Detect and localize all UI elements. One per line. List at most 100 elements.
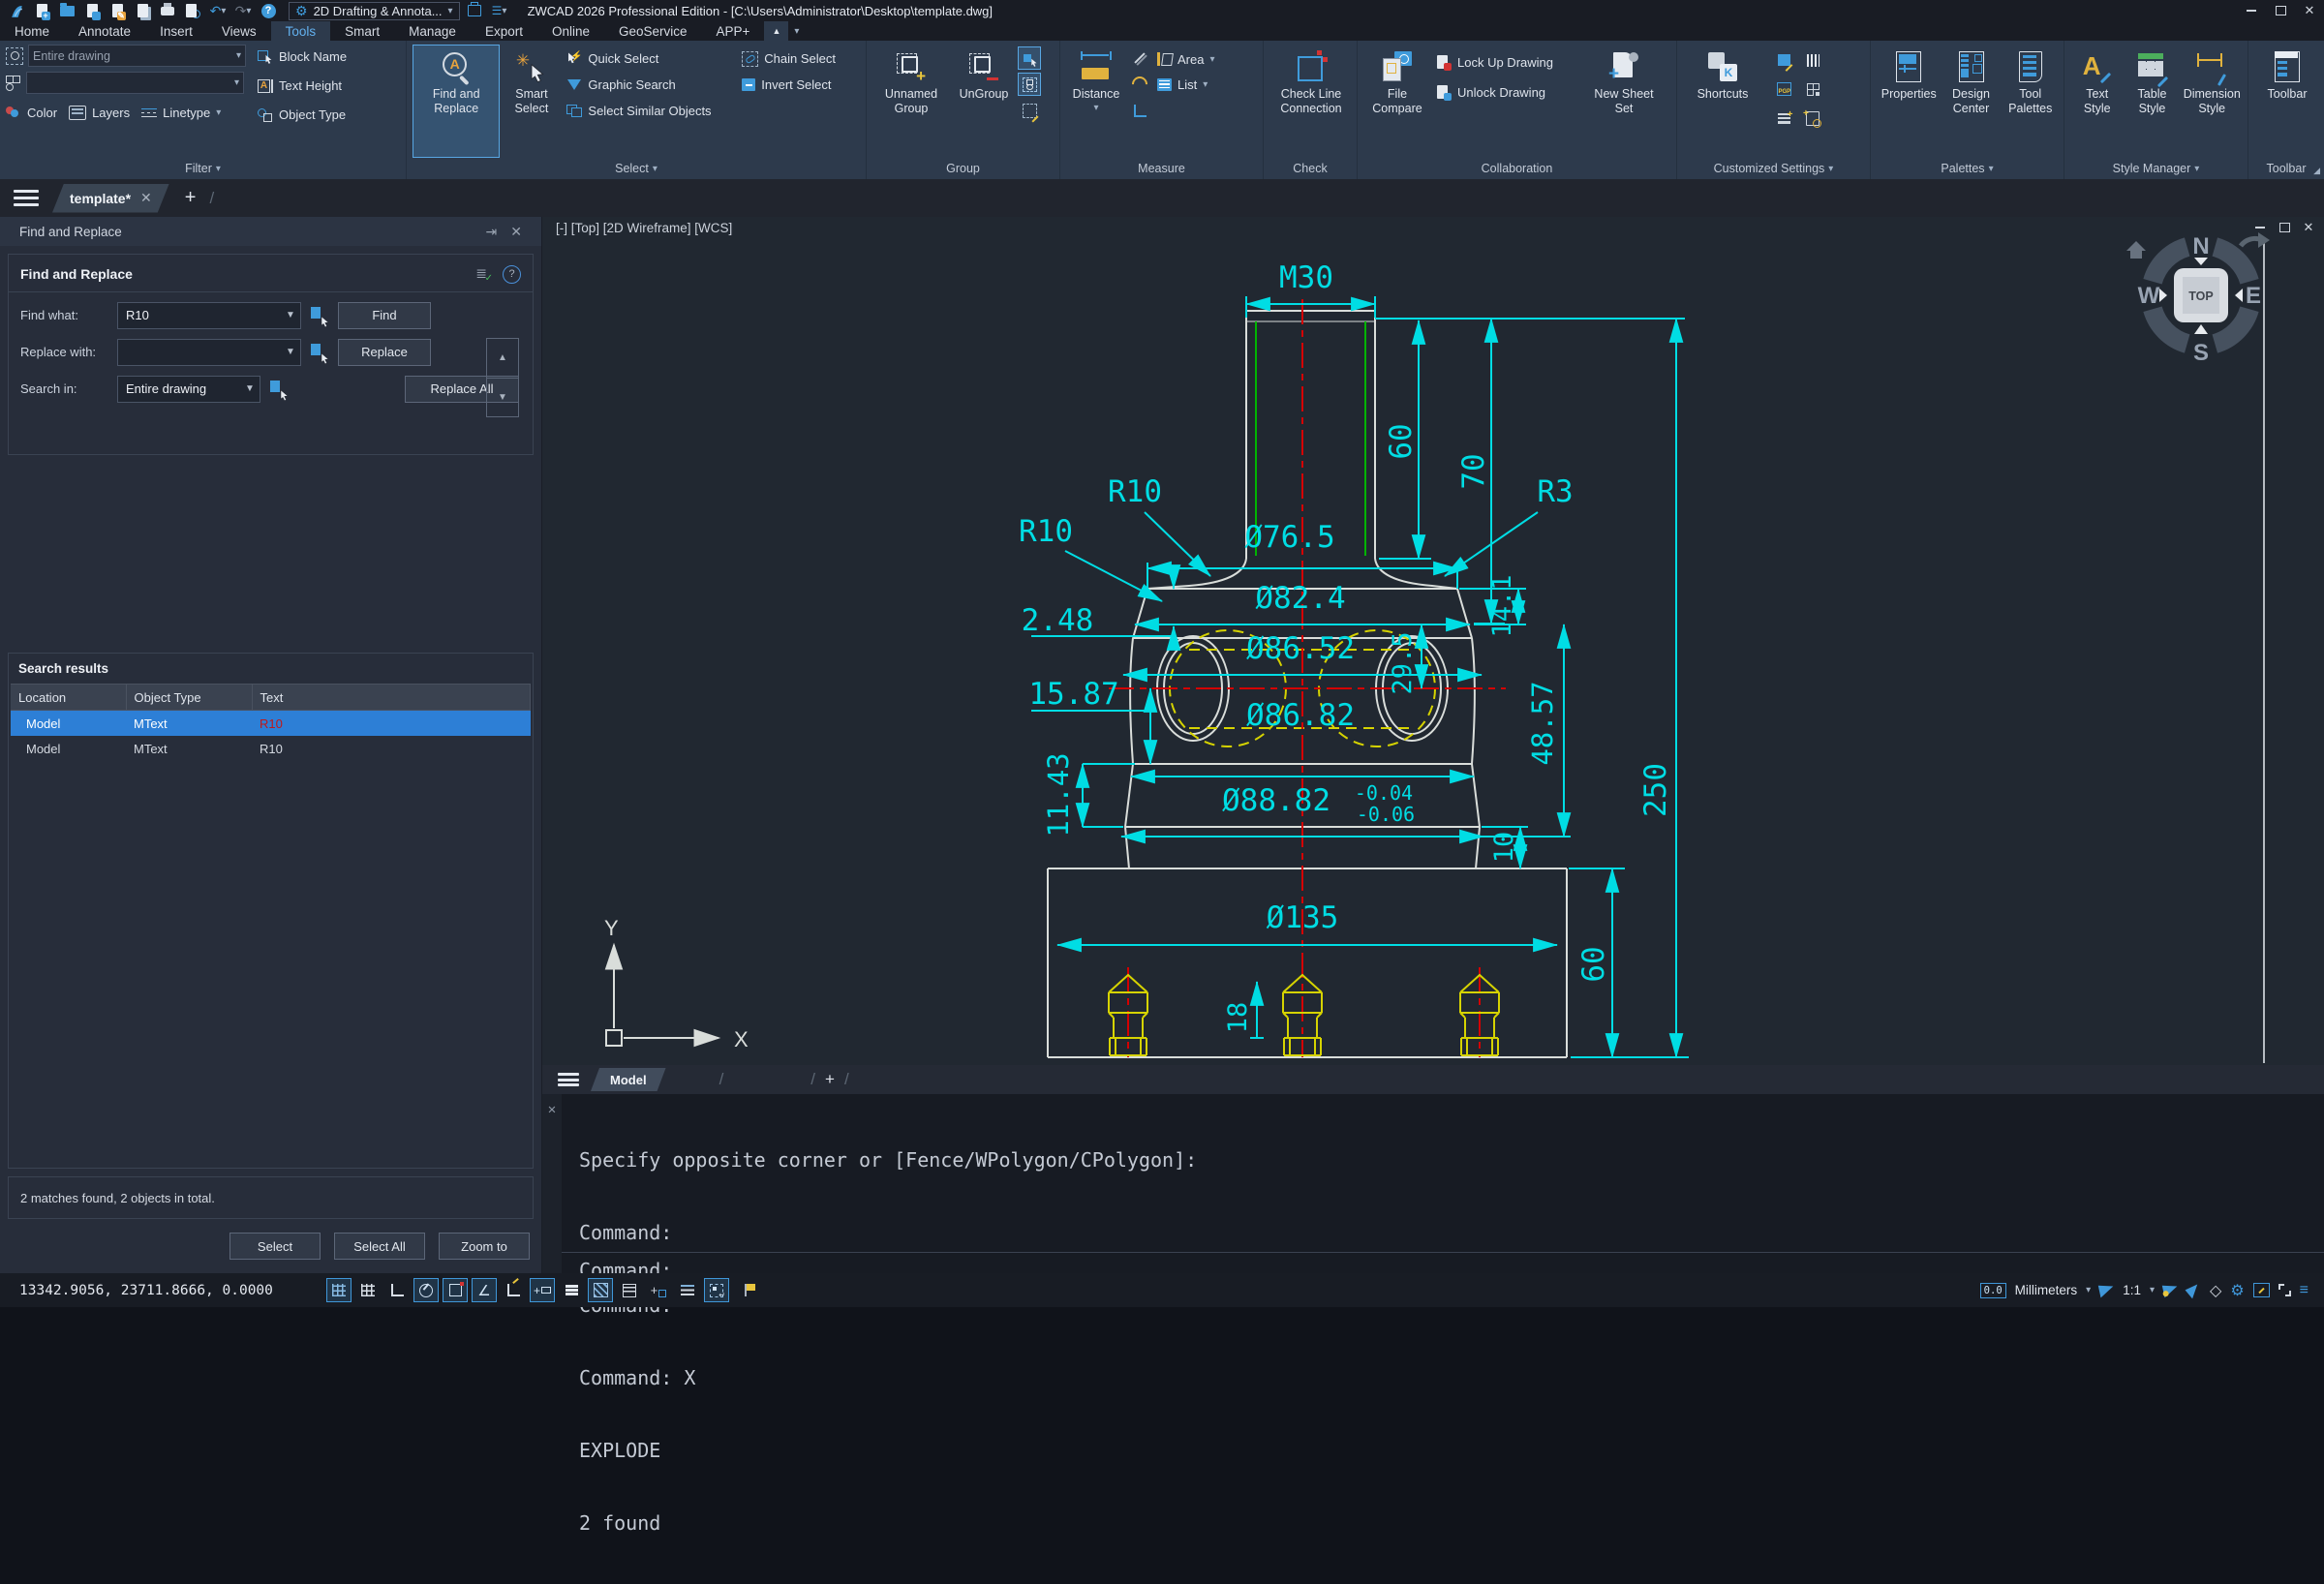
- frame-display-toggle[interactable]: ↵: [704, 1278, 729, 1302]
- dynamic-ucs-toggle[interactable]: [501, 1278, 526, 1302]
- view-cube-north[interactable]: N: [2192, 233, 2209, 259]
- unnamed-group-button[interactable]: + Unnamed Group: [872, 45, 950, 158]
- ungroup-button[interactable]: UnGroup: [952, 45, 1016, 158]
- column-header-location[interactable]: Location: [11, 685, 126, 711]
- text-style-button[interactable]: A Text Style: [2071, 45, 2124, 158]
- ortho-toggle[interactable]: [384, 1278, 410, 1302]
- dim-label-60-base[interactable]: 60: [1576, 946, 1611, 982]
- ribbon-item-layers[interactable]: Layers: [69, 101, 130, 125]
- dim-label-15-87[interactable]: 15.87: [1028, 677, 1118, 712]
- copy-button[interactable]: [132, 2, 153, 19]
- annotation-scale-value[interactable]: 1:1: [2123, 1283, 2141, 1297]
- column-header-text[interactable]: Text: [252, 685, 531, 711]
- column-header-object-type[interactable]: Object Type: [126, 685, 252, 711]
- tab-app-plus[interactable]: APP+: [702, 21, 765, 41]
- table-style-button[interactable]: Table Style: [2126, 45, 2179, 158]
- toolbox-icon[interactable]: [464, 2, 485, 19]
- dim-label-2-48[interactable]: 2.48: [1022, 603, 1094, 638]
- transparency-toggle[interactable]: [588, 1278, 613, 1302]
- alias-edit-icon[interactable]: +: [1772, 107, 1795, 130]
- layout-menu-icon[interactable]: [558, 1073, 579, 1086]
- home-icon[interactable]: [2126, 241, 2146, 251]
- close-button[interactable]: ✕: [2295, 0, 2324, 21]
- tab-insert[interactable]: Insert: [145, 21, 207, 41]
- properties-palette-button[interactable]: Properties: [1878, 45, 1940, 158]
- dynamic-input-toggle[interactable]: +: [530, 1278, 555, 1302]
- measure-quick-icon[interactable]: [1128, 46, 1151, 70]
- workspace-selector[interactable]: ⚙ 2D Drafting & Annota... ▾: [289, 2, 460, 20]
- chevron-down-icon[interactable]: ▼: [281, 303, 300, 328]
- auto-annotation-icon[interactable]: [2186, 1282, 2203, 1299]
- table-row[interactable]: Model MText R10: [11, 736, 531, 761]
- view-cube-west[interactable]: W: [2138, 283, 2160, 309]
- select-button[interactable]: Select: [229, 1233, 321, 1260]
- dim-label-14-1[interactable]: 14.1: [1487, 574, 1517, 637]
- dim-label-r3[interactable]: R3: [1537, 474, 1573, 509]
- precision-badge[interactable]: 0.0: [1980, 1283, 2006, 1298]
- ribbon-item-select-similar[interactable]: Select Similar Objects: [563, 99, 736, 123]
- ribbon-item-unlock-drawing[interactable]: Unlock Drawing: [1433, 80, 1583, 105]
- tool-palettes-button[interactable]: Tool Palettes: [2003, 45, 2059, 158]
- minimize-button[interactable]: [2237, 0, 2266, 21]
- dim-label-dia76-5[interactable]: Ø76.5: [1244, 520, 1334, 555]
- tab-close-icon[interactable]: ✕: [140, 190, 152, 206]
- replace-button[interactable]: Replace: [338, 339, 431, 366]
- save-as-button[interactable]: ✎: [107, 2, 128, 19]
- file-compare-button[interactable]: File Compare: [1363, 45, 1431, 158]
- viewport-close-icon[interactable]: ✕: [2301, 220, 2316, 235]
- ribbon-item-chain-select[interactable]: Chain Select: [738, 46, 862, 71]
- cube-arrow-east[interactable]: [2235, 289, 2243, 302]
- chevron-down-icon[interactable]: ▾: [2086, 1285, 2091, 1295]
- polar-tracking-toggle[interactable]: [413, 1278, 439, 1302]
- save-button[interactable]: [81, 2, 103, 19]
- toolbar-button[interactable]: Toolbar: [2254, 45, 2320, 158]
- annotation-visibility-icon[interactable]: [2162, 1283, 2179, 1298]
- auto-hide-icon[interactable]: ⇥: [486, 224, 498, 240]
- restore-button[interactable]: [2266, 0, 2295, 21]
- ribbon-item-graphic-search[interactable]: Graphic Search: [563, 73, 736, 97]
- cube-arrow-north[interactable]: [2194, 258, 2208, 265]
- quick-menu-icon[interactable]: ☰▾: [489, 2, 510, 19]
- ribbon-item-lock-up-drawing[interactable]: Lock Up Drawing: [1433, 50, 1583, 75]
- snap-toggle[interactable]: [355, 1278, 381, 1302]
- drawing-viewport[interactable]: M30 Ø76.5 Ø82.4 Ø86.52 Ø86.82 Ø88.82 -0.…: [542, 217, 2324, 1065]
- view-cube-face-label[interactable]: TOP: [2188, 289, 2213, 303]
- ribbon-item-object-type[interactable]: Object Type: [258, 103, 347, 127]
- ribbon-options-icon[interactable]: ▾: [788, 21, 805, 41]
- ribbon-item-quick-select[interactable]: ⚡ Quick Select: [563, 46, 736, 71]
- view-cube[interactable]: N E S W TOP: [2119, 225, 2283, 375]
- group-selectable-icon[interactable]: [1018, 46, 1041, 70]
- settings-gear-icon[interactable]: ⚙: [2230, 1281, 2244, 1300]
- hardware-acceleration-icon[interactable]: [2253, 1283, 2270, 1297]
- dimension-style-button[interactable]: Dimension Style: [2181, 45, 2243, 158]
- pick-in-drawing-icon[interactable]: [309, 343, 330, 362]
- panel-label-check[interactable]: Check: [1264, 158, 1357, 179]
- annotation-scale-lines-icon[interactable]: [675, 1278, 700, 1302]
- panel-label-filter[interactable]: Filter▾: [0, 158, 406, 179]
- command-close-icon[interactable]: ✕: [548, 1102, 556, 1117]
- shortcuts-button[interactable]: K Shortcuts: [1683, 45, 1762, 158]
- previous-result-icon[interactable]: ▲: [487, 339, 518, 378]
- dim-label-11-43[interactable]: 11.43: [1042, 752, 1075, 837]
- ribbon-item-list[interactable]: List ▾: [1153, 74, 1219, 95]
- dim-label-29-5[interactable]: 29.5: [1388, 631, 1418, 694]
- dim-label-70[interactable]: 70: [1456, 453, 1491, 489]
- next-result-icon[interactable]: ▼: [487, 378, 518, 417]
- panel-label-palettes[interactable]: Palettes▾: [1871, 158, 2064, 179]
- rotate-view-arrow[interactable]: [2258, 232, 2270, 248]
- dim-label-dia86-52[interactable]: Ø86.52: [1246, 631, 1355, 666]
- filter-value-combo[interactable]: ▾: [26, 72, 244, 94]
- ribbon-item-text-height[interactable]: A Text Height: [258, 74, 347, 98]
- redo-button[interactable]: ↷▾: [232, 2, 254, 19]
- measure-arc-icon[interactable]: [1128, 73, 1151, 96]
- find-what-input[interactable]: R10 ▼: [117, 302, 301, 329]
- distance-button[interactable]: Distance ▾: [1066, 45, 1126, 158]
- tab-annotate[interactable]: Annotate: [64, 21, 145, 41]
- dim-label-dia82-4[interactable]: Ø82.4: [1255, 581, 1345, 616]
- ribbon-item-area[interactable]: Area ▾: [1153, 48, 1219, 70]
- group-edit-icon[interactable]: [1018, 99, 1041, 122]
- chevron-down-icon[interactable]: ▾: [2150, 1285, 2155, 1295]
- chevron-down-icon[interactable]: ▼: [240, 377, 260, 402]
- dim-label-dia86-82[interactable]: Ø86.82: [1246, 698, 1355, 733]
- document-tab-template[interactable]: template* ✕: [52, 184, 169, 213]
